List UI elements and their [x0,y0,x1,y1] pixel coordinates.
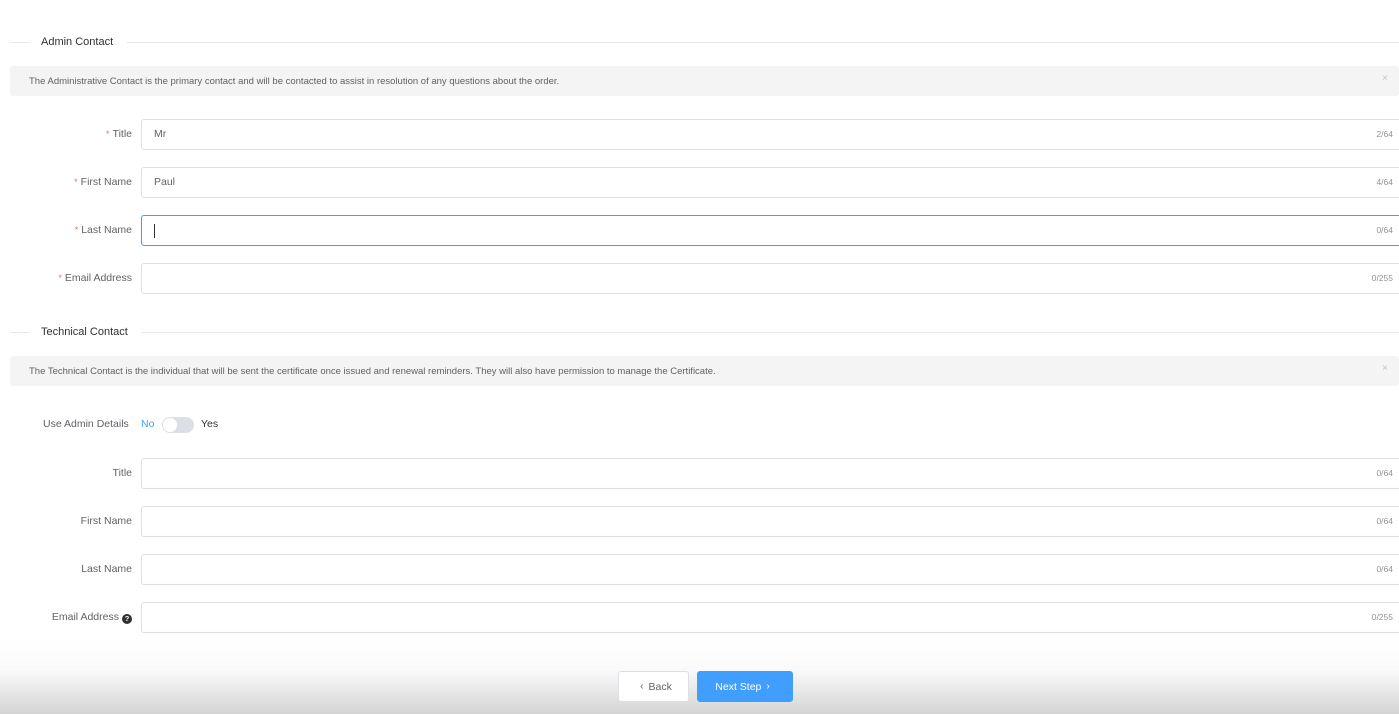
char-count: 0/64 [1376,564,1393,574]
char-count: 4/64 [1376,177,1393,187]
admin-contact-divider: Admin Contact [10,32,1399,52]
required-mark: * [74,225,79,235]
admin-email-input[interactable]: 0/255 [141,263,1399,294]
input-value: Paul [154,176,176,188]
tech-last-name-row: Last Name 0/64 [0,554,1399,585]
admin-email-label: * Email Address [58,272,132,284]
technical-contact-info-alert: The Technical Contact is the individual … [10,356,1399,386]
switch-off-label[interactable]: No [141,418,154,430]
admin-title-row: * Title Mr 2/64 [0,119,1399,150]
alert-text: The Administrative Contact is the primar… [29,75,560,87]
technical-contact-heading: Technical Contact [41,326,128,338]
admin-contact-heading: Admin Contact [41,36,114,48]
tech-title-input[interactable]: 0/64 [141,458,1399,489]
char-count: 0/64 [1376,468,1393,478]
divider-line [10,331,30,333]
divider-line [127,41,1399,43]
use-admin-details-row: Use Admin Details No Yes [0,415,400,435]
admin-first-name-label: * First Name [74,176,132,188]
admin-last-name-row: * Last Name 0/64 [0,215,1399,246]
back-button[interactable]: ‹ Back [618,671,689,702]
tech-title-row: Title 0/64 [0,458,1399,489]
chevron-left-icon: ‹ [640,681,644,692]
next-step-button-label: Next Step [715,680,762,693]
tech-email-row: Email Address? 0/255 [0,602,1399,633]
char-count: 0/255 [1371,612,1393,622]
admin-contact-info-alert: The Administrative Contact is the primar… [10,66,1399,96]
tech-last-name-label: Last Name [81,563,132,575]
tech-first-name-label: First Name [80,515,132,527]
text-caret [154,224,155,238]
char-count: 0/64 [1376,516,1393,526]
tech-first-name-row: First Name 0/64 [0,506,1399,537]
admin-first-name-input[interactable]: Paul 4/64 [141,167,1399,198]
chevron-right-icon: › [766,681,770,692]
divider-line [10,41,30,43]
use-admin-details-toggle[interactable] [162,417,194,433]
required-mark: * [74,177,78,187]
close-icon[interactable]: × [1382,363,1388,374]
divider-line [141,331,1399,333]
admin-last-name-label: * Last Name [74,224,132,236]
admin-last-name-input[interactable]: 0/64 [141,215,1399,246]
footer-bar: ‹ Back Next Step › [0,640,1399,714]
char-count: 0/64 [1376,225,1393,235]
use-admin-details-label: Use Admin Details [43,418,129,430]
alert-text: The Technical Contact is the individual … [29,365,716,377]
tech-title-label: Title [112,467,132,479]
admin-title-label: * Title [106,128,132,140]
tech-last-name-input[interactable]: 0/64 [141,554,1399,585]
required-mark: * [58,273,62,283]
tech-first-name-input[interactable]: 0/64 [141,506,1399,537]
admin-email-row: * Email Address 0/255 [0,263,1399,294]
toggle-knob [163,418,177,432]
char-count: 0/255 [1371,273,1393,283]
close-icon[interactable]: × [1382,73,1388,84]
switch-on-label[interactable]: Yes [201,418,218,430]
tech-email-input[interactable]: 0/255 [141,602,1399,633]
back-button-label: Back [648,680,672,693]
help-icon[interactable]: ? [122,614,132,624]
required-mark: * [106,129,110,139]
char-count: 2/64 [1376,129,1393,139]
admin-first-name-row: * First Name Paul 4/64 [0,167,1399,198]
next-step-button[interactable]: Next Step › [697,671,793,702]
tech-email-label: Email Address? [52,602,132,633]
technical-contact-divider: Technical Contact [10,322,1399,342]
admin-title-input[interactable]: Mr 2/64 [141,119,1399,150]
input-value: Mr [154,128,167,140]
